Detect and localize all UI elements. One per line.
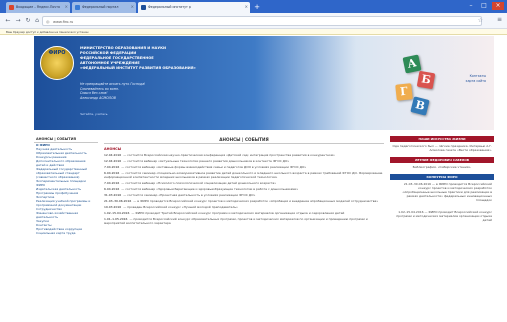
- letter-block: В: [410, 96, 430, 116]
- sitemap-link[interactable]: карта сайта: [466, 79, 486, 84]
- news-item[interactable]: 1.02–15.04.2016— ФИРО проводит Третий Вс…: [104, 211, 384, 215]
- content-title: АНОНСЫ | СОБЫТИЯ: [104, 136, 384, 144]
- news-item[interactable]: 12.04.2016— состоится вебинар «Актуальны…: [104, 159, 384, 163]
- globe-icon: ◎: [46, 19, 50, 24]
- news-text[interactable]: — в ФИРО проводится Всероссийский конкур…: [133, 199, 378, 203]
- news-item[interactable]: 1.01–1.05.2016— проводится Всероссийский…: [104, 217, 384, 225]
- tab-label: Входящие – Яндекс.Почта: [16, 5, 60, 9]
- news-date: 6.04.2016: [104, 187, 120, 191]
- news-date: 12.04.2016: [104, 159, 122, 163]
- info-bar: Ваш браузер доступ к добавлен на панели …: [0, 29, 507, 35]
- news-date: 21.03–30.06.2016: [104, 199, 132, 203]
- banner-links: Контакты карта сайта: [466, 74, 486, 83]
- bookmark-star-icon[interactable]: ☆: [478, 17, 483, 24]
- news-list: 12.04.2016— состоится Всероссийская науч…: [104, 153, 384, 225]
- left-sidebar: АНОНСЫ | СОБЫТИЯ О ФИРО Научная деятельно…: [34, 136, 98, 322]
- tab-label: Федеральный портал: [82, 5, 119, 9]
- section-text[interactable]: 1.02–15.04.2016 — ФИРО проводит Всеросси…: [390, 208, 494, 224]
- site-banner: ФИРО МИНИСТЕРСТВО ОБРАЗОВАНИЯ И НАУКИ РО…: [34, 36, 494, 130]
- news-item[interactable]: 31.03.2016— состоится семинар «Проектная…: [104, 193, 384, 197]
- quote-author: Читайте, учитесь: [80, 112, 108, 116]
- ministry-line: «ФЕДЕРАЛЬНЫЙ ИНСТИТУТ РАЗВИТИЯ ОБРАЗОВАН…: [80, 66, 196, 70]
- news-item[interactable]: 19.03.2016— проведен Всероссийский конку…: [104, 205, 384, 209]
- main-content: АНОНСЫ | СОБЫТИЯ АНОНСЫ 12.04.2016— сост…: [104, 136, 384, 322]
- news-text[interactable]: — состоится семинар «Проектная деятельно…: [123, 193, 255, 197]
- reload-icon[interactable]: ↻: [24, 17, 32, 25]
- news-item[interactable]: 7.04.2016— состоится вебинар «Психолого-…: [104, 181, 384, 185]
- news-text[interactable]: — состоится семинар «Социально-коммуника…: [104, 171, 382, 179]
- news-date: 12.04.2016: [104, 153, 122, 157]
- close-tab-icon[interactable]: ×: [131, 4, 134, 9]
- news-text[interactable]: — состоится вебинар «Здоровьесберегающие…: [121, 187, 298, 191]
- favicon-icon: [9, 5, 14, 10]
- favicon-icon: [75, 5, 80, 10]
- favicon-icon: [141, 5, 146, 10]
- tab-firo[interactable]: Федеральный институт р ×: [138, 2, 250, 13]
- section-text[interactable]: 21.03–30.06.2016 — в ФИРО проводится Все…: [390, 180, 494, 204]
- minimize-button[interactable]: –: [465, 2, 477, 10]
- news-text[interactable]: — состоится Всероссийская научно-практич…: [123, 153, 335, 157]
- news-item[interactable]: 6.04.2016— состоится вебинар «Здоровьесб…: [104, 187, 384, 191]
- news-date: 7.04.2016: [104, 165, 120, 169]
- section-text[interactable]: Ода педагогического был — лёгкие праздни…: [390, 142, 494, 154]
- close-tab-icon[interactable]: ×: [245, 4, 248, 9]
- news-date: 31.03.2016: [104, 193, 122, 197]
- browser-tab-bar: Входящие – Яндекс.Почта × Федеральный по…: [0, 0, 507, 13]
- close-window-button[interactable]: ×: [492, 2, 504, 10]
- news-text[interactable]: — состоится вебинар «Актуальные технолог…: [123, 159, 289, 163]
- banner-quote: Не прекращайте искать путь Господа! Сомн…: [80, 82, 200, 100]
- letter-block: Б: [416, 70, 436, 90]
- news-text[interactable]: — состоится вебинар «Психолого-психологи…: [121, 181, 276, 185]
- sidebar-item[interactable]: Социальная карта труда: [34, 231, 98, 235]
- news-item[interactable]: 12.04.2016— состоится Всероссийская науч…: [104, 153, 384, 157]
- sidebar-menu: О ФИРО Научная деятельность Образовательна…: [34, 143, 98, 235]
- new-tab-button[interactable]: +: [253, 3, 261, 11]
- news-date: 1.02–15.04.2016: [104, 211, 130, 215]
- quote-line: Александр АСМОЛОВ: [80, 95, 116, 100]
- browser-toolbar: ← → ↻ ⌂ ◎ www.firo.ru ☆ ≡: [0, 13, 507, 29]
- news-text[interactable]: — проведен Всероссийский конкурс «Лучший…: [123, 205, 238, 209]
- logo-text: ФИРО: [48, 50, 66, 56]
- section-heading: АНОНСЫ: [104, 147, 122, 151]
- tab-yandex-mail[interactable]: Входящие – Яндекс.Почта ×: [6, 2, 70, 13]
- news-text[interactable]: — состоится вебинар «Активные формы взаи…: [121, 165, 306, 169]
- news-item[interactable]: 6.04.2016— состоится семинар «Социально-…: [104, 171, 384, 179]
- tab-federal-portal[interactable]: Федеральный портал ×: [72, 2, 136, 13]
- section-text[interactable]: Библиография. «Сибирские чтения».: [390, 163, 494, 171]
- news-date: 7.04.2016: [104, 181, 120, 185]
- sidebar-title: АНОНСЫ | СОБЫТИЯ: [34, 136, 98, 143]
- news-text[interactable]: — ФИРО проводит Третий Всероссийский кон…: [131, 211, 344, 215]
- close-tab-icon[interactable]: ×: [65, 4, 68, 9]
- ministry-title: МИНИСТЕРСТВО ОБРАЗОВАНИЯ И НАУКИ РОССИЙС…: [80, 46, 220, 71]
- address-text: www.firo.ru: [53, 20, 74, 24]
- home-icon[interactable]: ⌂: [33, 17, 41, 25]
- tab-label: Федеральный институт р: [148, 5, 191, 9]
- letter-block: Г: [395, 83, 413, 101]
- menu-icon[interactable]: ≡: [497, 16, 502, 23]
- address-bar[interactable]: ◎ www.firo.ru: [42, 16, 482, 26]
- web-page: ФИРО МИНИСТЕРСТВО ОБРАЗОВАНИЯ И НАУКИ РО…: [34, 36, 494, 322]
- alphabet-blocks: А Б Г В: [374, 50, 444, 124]
- maximize-button[interactable]: □: [478, 2, 490, 10]
- news-item[interactable]: 21.03–30.06.2016— в ФИРО проводится Всер…: [104, 199, 384, 203]
- forward-arrow-icon[interactable]: →: [14, 17, 22, 25]
- back-arrow-icon[interactable]: ←: [4, 17, 12, 25]
- news-date: 19.03.2016: [104, 205, 122, 209]
- news-item[interactable]: 7.04.2016— состоится вебинар «Активные ф…: [104, 165, 384, 169]
- right-column: НАШИ ИСКУССТВА ЖИЗНИ Ода педагогического…: [390, 136, 494, 322]
- news-text[interactable]: — проводится Всероссийский конкурс образ…: [104, 217, 368, 225]
